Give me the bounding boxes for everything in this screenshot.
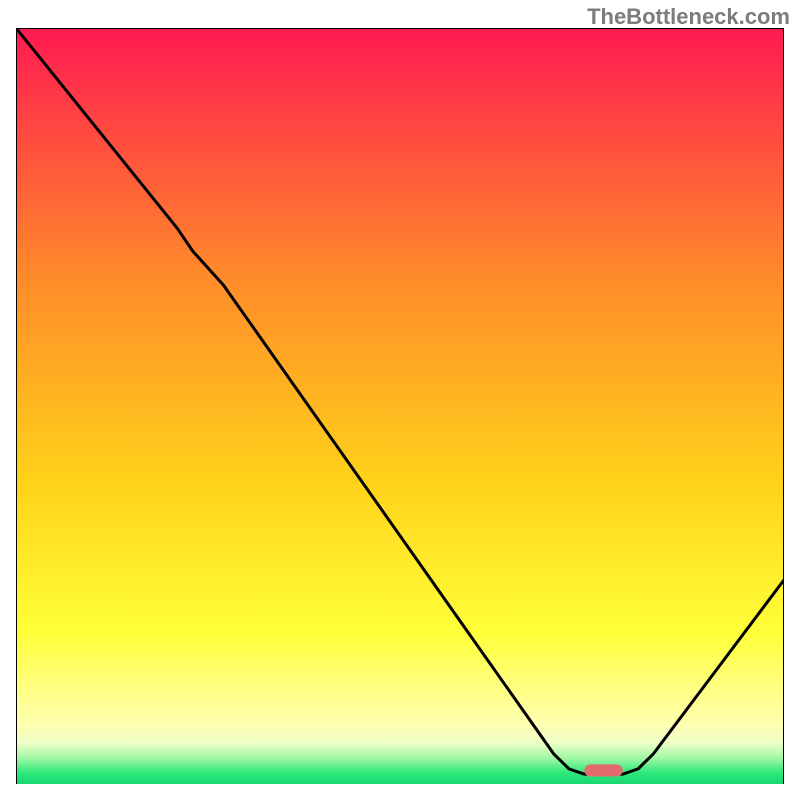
chart-container: TheBottleneck.com: [0, 0, 800, 800]
watermark-label: TheBottleneck.com: [587, 4, 790, 30]
optimal-marker: [584, 764, 622, 776]
chart-plot: [16, 28, 784, 784]
chart-svg: [16, 28, 784, 784]
gradient-background: [16, 28, 784, 784]
